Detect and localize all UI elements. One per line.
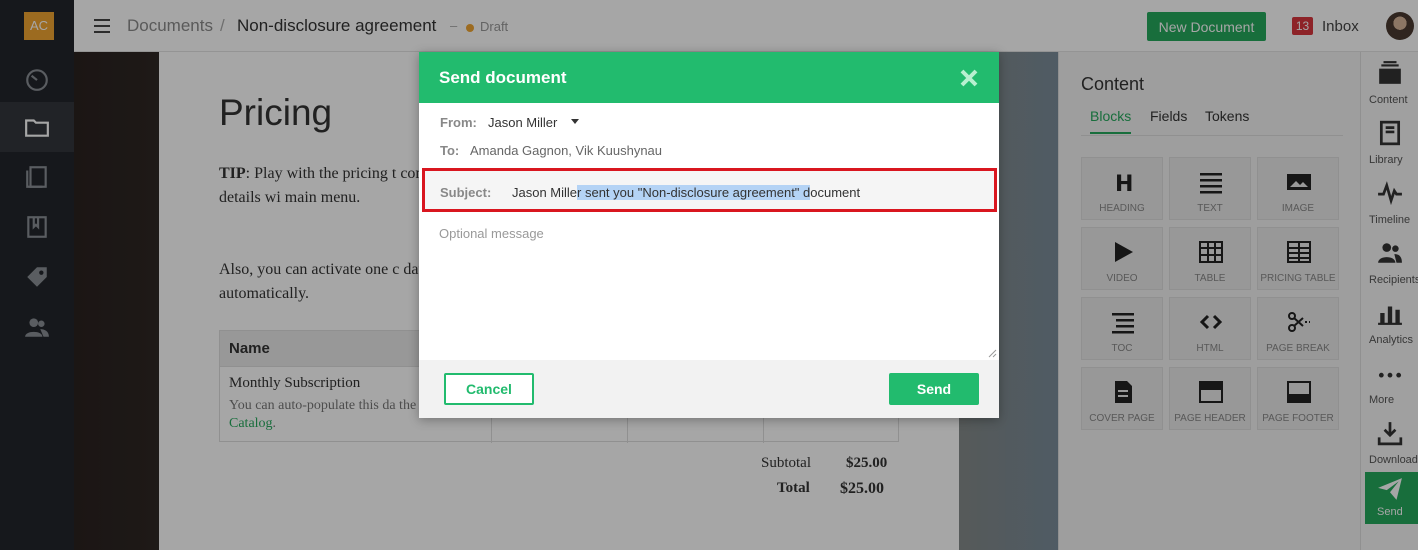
to-field[interactable]: Amanda Gagnon, Vik Kuushynau bbox=[470, 143, 662, 158]
message-placeholder: Optional message bbox=[439, 226, 544, 241]
send-document-modal: Send document From: Jason Miller To: Ama… bbox=[419, 52, 999, 418]
modal-footer: Cancel Send bbox=[419, 360, 999, 418]
chevron-down-icon[interactable] bbox=[571, 119, 579, 124]
subject-field-row: Subject: Jason Miller sent you "Non-disc… bbox=[422, 168, 997, 212]
send-button[interactable]: Send bbox=[889, 373, 979, 405]
from-select[interactable]: Jason Miller bbox=[488, 115, 557, 130]
subject-selection: r sent you "Non-disclosure agreement" d bbox=[577, 185, 811, 200]
subject-label: Subject: bbox=[440, 185, 492, 200]
subject-input[interactable]: Jason Miller sent you "Non-disclosure ag… bbox=[512, 185, 860, 200]
cancel-button[interactable]: Cancel bbox=[444, 373, 534, 405]
close-icon[interactable] bbox=[959, 68, 979, 88]
to-label: To: bbox=[440, 143, 460, 158]
modal-title: Send document bbox=[439, 68, 567, 87]
modal-header: Send document bbox=[419, 52, 999, 103]
resize-handle-icon[interactable] bbox=[987, 348, 997, 358]
from-label: From: bbox=[440, 115, 477, 130]
